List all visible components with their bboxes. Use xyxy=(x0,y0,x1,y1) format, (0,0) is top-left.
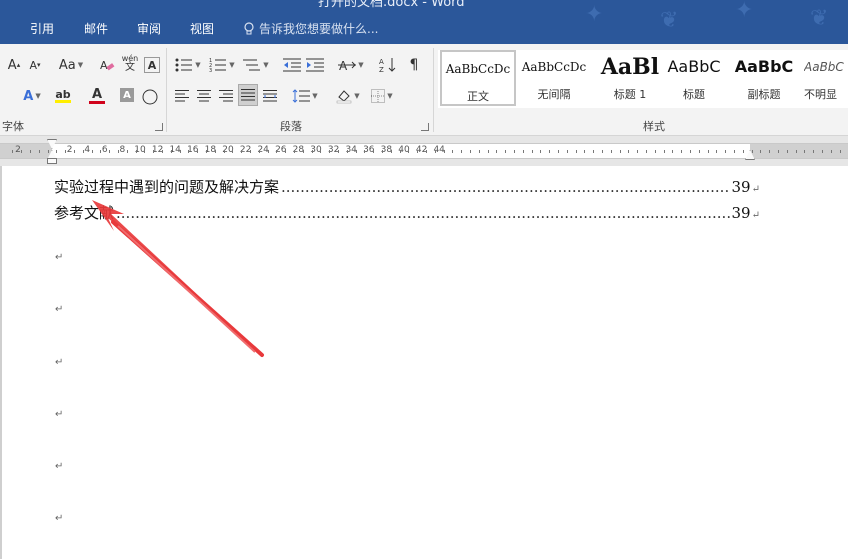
annotation-arrow xyxy=(92,200,264,357)
